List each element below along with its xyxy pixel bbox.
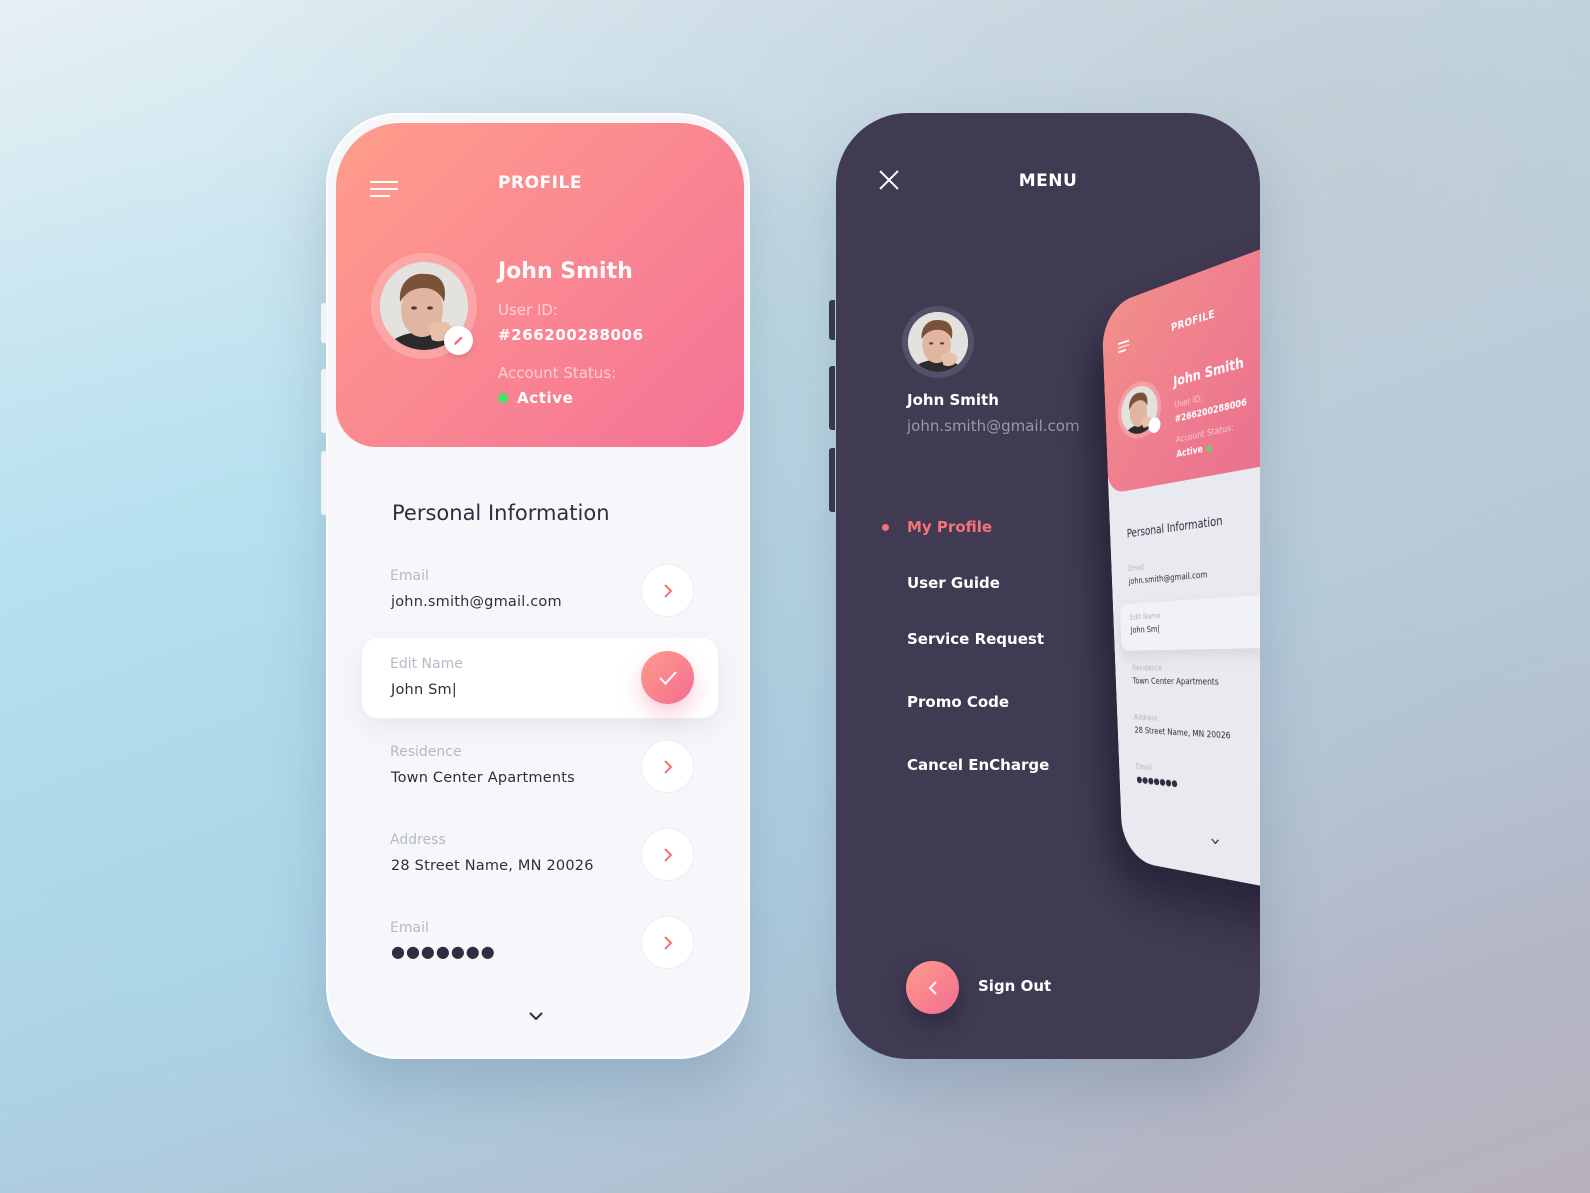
profile-preview-card[interactable]: PROFILE John Smith User ID: #26620028800…	[1101, 229, 1260, 902]
menu-user-name: John Smith	[907, 391, 999, 409]
user-id-label: User ID:	[498, 301, 558, 319]
edit-residence-button[interactable]	[641, 740, 694, 793]
status-value: Active	[517, 389, 574, 407]
sign-out-button[interactable]	[906, 961, 959, 1014]
edit-name-input[interactable]: John Sm|	[391, 682, 457, 698]
field-value: Town Center Apartments	[391, 770, 575, 786]
preview-field-label: Residence	[1131, 663, 1163, 673]
menu-item-cancel-encharge[interactable]: Cancel EnCharge	[907, 756, 1049, 774]
preview-name: John Smith	[1173, 354, 1245, 391]
field-password: Email ●●●●●●●	[362, 902, 718, 982]
edit-password-button[interactable]	[641, 916, 694, 969]
sign-out-label[interactable]: Sign Out	[978, 977, 1051, 995]
avatar-ring	[371, 253, 477, 359]
field-email: Email john.smith@gmail.com	[362, 550, 718, 630]
field-label: Residence	[390, 744, 462, 760]
field-value: john.smith@gmail.com	[391, 594, 562, 610]
preview-field: Residence Town Center Apartments	[1132, 663, 1219, 688]
profile-preview[interactable]: PROFILE John Smith User ID: #26620028800…	[1101, 229, 1260, 921]
phone-side-button	[829, 300, 835, 340]
menu-title: MENU	[1018, 171, 1078, 191]
preview-field-value: John Sm|	[1130, 624, 1160, 636]
user-id-value: #266200288006	[498, 326, 644, 344]
phone-side-button	[321, 303, 327, 343]
menu-item-user-guide[interactable]: User Guide	[907, 574, 1000, 592]
preview-field: Edit Name John Sm|	[1130, 611, 1161, 635]
field-value: ●●●●●●●	[391, 942, 496, 961]
user-photo-icon	[908, 312, 968, 372]
menu-avatar-ring	[902, 306, 974, 378]
field-edit-name[interactable]: Edit Name John Sm|	[362, 638, 718, 718]
menu-item-promo-code[interactable]: Promo Code	[907, 693, 1009, 711]
preview-field-value: Town Center Apartments	[1132, 676, 1219, 688]
checkmark-icon	[658, 670, 677, 685]
menu-phone: MENU John Smith john.smith@gmail.com PRO…	[836, 113, 1260, 1059]
menu-item-service-request[interactable]: Service Request	[907, 630, 1044, 648]
field-address: Address 28 Street Name, MN 20026	[362, 814, 718, 894]
preview-field: Address 28 Street Name, MN 20026	[1134, 713, 1231, 742]
status-dot-icon	[498, 393, 508, 403]
chevron-left-icon	[928, 980, 937, 995]
section-title: Personal Information	[392, 501, 610, 525]
field-label: Email	[390, 568, 429, 584]
active-indicator-dot	[882, 524, 889, 531]
preview-field: Email john.smith@gmail.com	[1128, 556, 1208, 587]
profile-name: John Smith	[498, 259, 633, 284]
field-value: 28 Street Name, MN 20026	[391, 858, 594, 874]
preview-title: PROFILE	[1170, 307, 1216, 335]
menu-item-my-profile[interactable]: My Profile	[907, 518, 992, 536]
field-label: Address	[390, 832, 446, 848]
preview-field-label: Address	[1133, 712, 1158, 723]
account-status-label: Account Status:	[498, 364, 617, 382]
status-dot-icon	[1206, 444, 1213, 452]
phone-volume-up	[321, 369, 327, 433]
edit-email-button[interactable]	[641, 564, 694, 617]
preview-field-value: ●●●●●●●	[1136, 775, 1178, 790]
preview-field-label: Edit Name	[1129, 611, 1161, 622]
preview-header: PROFILE John Smith User ID: #26620028800…	[1101, 229, 1260, 495]
pencil-icon	[453, 336, 463, 346]
menu-avatar[interactable]	[908, 312, 968, 372]
chevron-right-icon	[663, 583, 672, 598]
hamburger-menu-icon	[1117, 339, 1130, 356]
preview-field: Email ●●●●●●●	[1136, 762, 1178, 789]
preview-field-value: john.smith@gmail.com	[1128, 570, 1208, 587]
menu-user-email: john.smith@gmail.com	[907, 417, 1080, 435]
field-label: Email	[390, 920, 429, 936]
field-residence: Residence Town Center Apartments	[362, 726, 718, 806]
confirm-name-button[interactable]	[641, 651, 694, 704]
preview-status-value: Active	[1176, 443, 1204, 461]
phone-volume-down	[829, 448, 835, 512]
preview-status-label: Account Status:	[1175, 422, 1234, 446]
preview-field-label: Email	[1135, 761, 1153, 773]
chevron-down-icon	[529, 1012, 543, 1021]
profile-phone: PROFILE John Smith User ID: #26620028800…	[321, 113, 750, 1059]
edit-address-button[interactable]	[641, 828, 694, 881]
edit-avatar-button[interactable]	[444, 326, 473, 355]
chevron-right-icon	[663, 847, 672, 862]
preview-field-value: 28 Street Name, MN 20026	[1134, 725, 1231, 742]
page-title: PROFILE	[498, 173, 582, 193]
preview-status: Active	[1176, 442, 1213, 461]
background	[0, 0, 1590, 1193]
preview-section-title: Personal Information	[1126, 513, 1223, 541]
account-status: Active	[498, 389, 573, 407]
phone-volume-up	[829, 366, 835, 430]
profile-header: PROFILE John Smith User ID: #26620028800…	[336, 123, 744, 447]
chevron-right-icon	[663, 759, 672, 774]
phone-volume-down	[321, 451, 327, 515]
scroll-down-button[interactable]	[528, 1011, 548, 1025]
preview-avatar-ring	[1116, 375, 1163, 444]
field-label: Edit Name	[390, 656, 463, 672]
chevron-down-icon	[1211, 838, 1220, 845]
pencil-icon	[1148, 416, 1161, 435]
chevron-right-icon	[663, 935, 672, 950]
